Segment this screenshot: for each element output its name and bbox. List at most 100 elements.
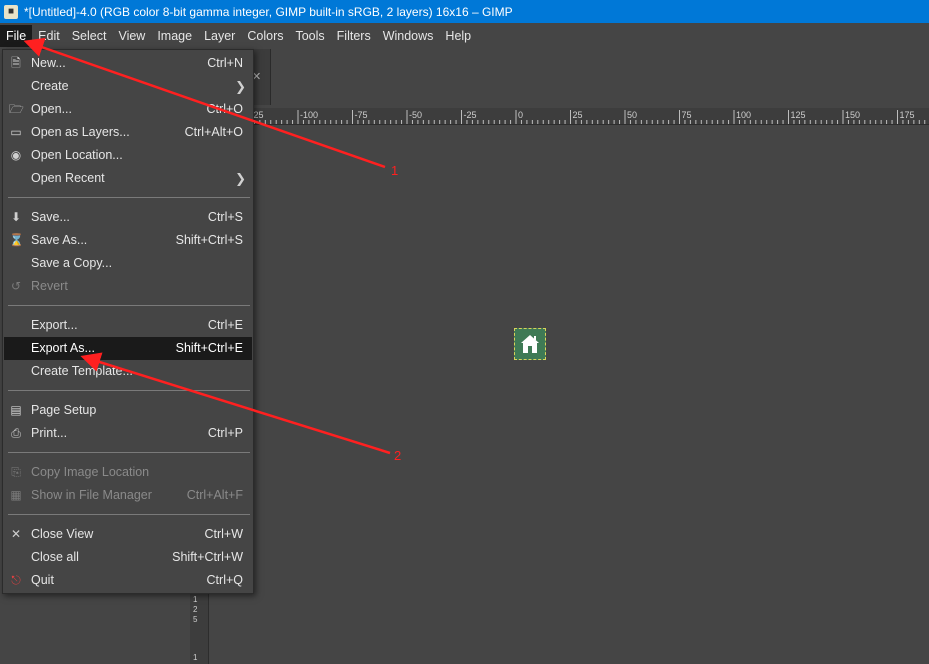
menu-item-shortcut: Ctrl+W bbox=[204, 527, 243, 541]
menu-item-label: Quit bbox=[31, 573, 54, 587]
menu-item-open-location[interactable]: ◉ Open Location... bbox=[4, 144, 252, 167]
ruler-tick-label: 125 bbox=[791, 110, 806, 120]
menu-item-label: Open... bbox=[31, 102, 72, 116]
menu-separator bbox=[8, 305, 250, 306]
menu-item-open-recent[interactable]: Open Recent ❯ bbox=[4, 167, 252, 190]
ruler-tick-label: 0 bbox=[518, 110, 523, 120]
menu-item-label: Save... bbox=[31, 210, 70, 224]
menu-item-label: Open as Layers... bbox=[31, 125, 130, 139]
vertical-ruler-tick-label: 1 bbox=[193, 595, 198, 604]
menu-item-page-setup[interactable]: ▤ Page Setup bbox=[4, 399, 252, 422]
ruler-tick-label: -100 bbox=[300, 110, 318, 120]
menu-item-shortcut: Ctrl+P bbox=[207, 426, 243, 440]
ruler-tick-label: 100 bbox=[736, 110, 751, 120]
file-menu: 🗎 New... Ctrl+N Create ❯ 🗁 Open... Ctrl+… bbox=[2, 49, 254, 594]
menu-item-label: Save a Copy... bbox=[31, 256, 113, 270]
image-content[interactable] bbox=[514, 328, 546, 360]
annotation-label-2: 2 bbox=[394, 448, 402, 463]
menu-item-shortcut: Shift+Ctrl+E bbox=[175, 341, 243, 355]
menu-item-label: Export... bbox=[31, 318, 78, 332]
menu-item-label: Create Template... bbox=[31, 364, 133, 378]
menu-item-label: Show in File Manager bbox=[31, 488, 152, 502]
menu-item-revert: ↺ Revert bbox=[4, 275, 252, 298]
menu-item-label: New... bbox=[31, 56, 66, 70]
menu-item-shortcut: Ctrl+E bbox=[207, 318, 243, 332]
submenu-arrow-icon: ❯ bbox=[235, 79, 246, 94]
menu-item-label: Save As... bbox=[31, 233, 88, 247]
menu-item-label: Create bbox=[31, 79, 69, 93]
save-icon: ⬇ bbox=[10, 210, 22, 224]
menu-item-label: Revert bbox=[31, 279, 68, 293]
menu-item-open[interactable]: 🗁 Open... Ctrl+O bbox=[4, 98, 252, 121]
gimp-app-icon: ■ bbox=[4, 4, 18, 19]
menu-item-save[interactable]: ⬇ Save... Ctrl+S bbox=[4, 206, 252, 229]
menu-item-label: Open Recent bbox=[31, 171, 105, 185]
menu-item-shortcut: Shift+Ctrl+S bbox=[175, 233, 243, 247]
new-file-icon: 🗎 bbox=[11, 56, 21, 70]
menu-item-save-as[interactable]: ⌛ Save As... Shift+Ctrl+S bbox=[4, 229, 252, 252]
menu-separator bbox=[8, 452, 250, 453]
menu-item-shortcut: Ctrl+O bbox=[206, 102, 243, 116]
annotation-label-1: 1 bbox=[391, 163, 399, 178]
menu-help[interactable]: Help bbox=[439, 25, 477, 47]
menu-item-shortcut: Ctrl+Alt+F bbox=[186, 488, 243, 502]
menu-item-shortcut: Ctrl+N bbox=[207, 56, 243, 70]
menu-windows[interactable]: Windows bbox=[377, 25, 440, 47]
ruler-tick-label: 175 bbox=[900, 110, 915, 120]
menu-item-label: Export As... bbox=[31, 341, 95, 355]
printer-icon: ⎙ bbox=[11, 426, 21, 440]
menu-item-new[interactable]: 🗎 New... Ctrl+N bbox=[4, 52, 252, 75]
title-bar: ■ *[Untitled]-4.0 (RGB color 8-bit gamma… bbox=[0, 0, 929, 23]
menu-item-label: Print... bbox=[31, 426, 68, 440]
menu-item-show-in-file-manager: ▦ Show in File Manager Ctrl+Alt+F bbox=[4, 484, 252, 507]
vertical-ruler-tick-label: 2 bbox=[193, 605, 198, 614]
menu-layer[interactable]: Layer bbox=[198, 25, 241, 47]
menu-filters[interactable]: Filters bbox=[331, 25, 377, 47]
menu-item-shortcut: Ctrl+S bbox=[207, 210, 243, 224]
house-icon bbox=[521, 335, 539, 353]
menu-item-open-as-layers[interactable]: ▭ Open as Layers... Ctrl+Alt+O bbox=[4, 121, 252, 144]
menu-item-export[interactable]: Export... Ctrl+E bbox=[4, 314, 252, 337]
ruler-tick-label: 150 bbox=[845, 110, 860, 120]
menu-item-close-all[interactable]: Close all Shift+Ctrl+W bbox=[4, 546, 252, 569]
image-canvas[interactable] bbox=[209, 125, 929, 664]
menu-item-quit[interactable]: ⎋ Quit Ctrl+Q bbox=[4, 569, 252, 592]
ruler-ticks: -125 -100 -75 -50 -25 0 25 50 75 100 125 150 175 bbox=[193, 110, 926, 124]
window-title: *[Untitled]-4.0 (RGB color 8-bit gamma i… bbox=[24, 4, 513, 19]
menu-item-label: Page Setup bbox=[31, 403, 97, 417]
horizontal-ruler[interactable]: -125 -100 -75 -50 -25 0 25 50 75 100 125 150 175 bbox=[190, 108, 929, 125]
ruler-tick-label: 75 bbox=[682, 110, 692, 120]
menu-edit[interactable]: Edit bbox=[32, 25, 66, 47]
menu-select[interactable]: Select bbox=[66, 25, 113, 47]
ruler-tick-label: 25 bbox=[573, 110, 583, 120]
page-setup-icon: ▤ bbox=[10, 403, 22, 417]
menu-item-shortcut: Shift+Ctrl+W bbox=[172, 550, 243, 564]
ruler-tick-label: 50 bbox=[627, 110, 637, 120]
menu-image[interactable]: Image bbox=[151, 25, 198, 47]
open-layers-icon: ▭ bbox=[10, 125, 22, 139]
menu-item-shortcut: Ctrl+Alt+O bbox=[184, 125, 243, 139]
file-manager-icon: ▦ bbox=[10, 488, 22, 502]
menu-colors[interactable]: Colors bbox=[241, 25, 289, 47]
menu-separator bbox=[8, 197, 250, 198]
globe-icon: ◉ bbox=[10, 148, 22, 162]
gimp-window: ■ *[Untitled]-4.0 (RGB color 8-bit gamma… bbox=[0, 0, 929, 664]
menu-item-close-view[interactable]: ✕ Close View Ctrl+W bbox=[4, 523, 252, 546]
menu-view[interactable]: View bbox=[112, 25, 151, 47]
menu-tools[interactable]: Tools bbox=[289, 25, 330, 47]
menu-file[interactable]: File bbox=[0, 25, 33, 47]
vertical-ruler-tick-label: 5 bbox=[193, 615, 198, 624]
save-as-icon: ⌛ bbox=[9, 233, 24, 247]
menu-item-label: Close all bbox=[31, 550, 79, 564]
menu-item-create[interactable]: Create ❯ bbox=[4, 75, 252, 98]
menu-item-save-a-copy[interactable]: Save a Copy... bbox=[4, 252, 252, 275]
menu-item-label: Copy Image Location bbox=[31, 465, 150, 479]
menu-item-print[interactable]: ⎙ Print... Ctrl+P bbox=[4, 422, 252, 445]
menu-item-export-as[interactable]: Export As... Shift+Ctrl+E bbox=[4, 337, 252, 360]
quit-icon: ⎋ bbox=[11, 573, 21, 587]
menu-item-create-template[interactable]: Create Template... bbox=[4, 360, 252, 383]
vertical-ruler-tick-label: 1 bbox=[193, 653, 198, 662]
menu-bar: File Edit Select View Image Layer Colors… bbox=[0, 23, 929, 49]
menu-separator bbox=[8, 390, 250, 391]
ruler-tick-label: -50 bbox=[409, 110, 422, 120]
